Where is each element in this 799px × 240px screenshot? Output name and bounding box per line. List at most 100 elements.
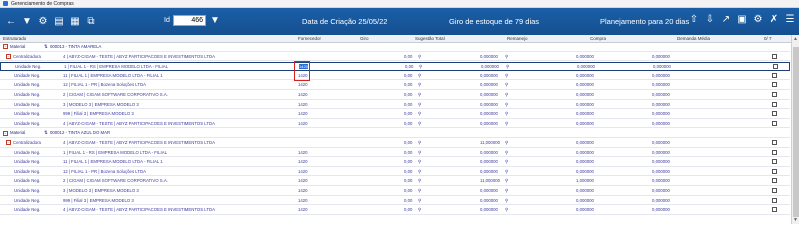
row-checkbox[interactable]	[772, 197, 777, 203]
collapse-icon[interactable]: −	[6, 53, 11, 59]
col-sugestao[interactable]: Sugestão Total	[415, 36, 445, 41]
row-checkbox[interactable]	[772, 207, 777, 213]
search-icon[interactable]: ⚲	[505, 140, 508, 146]
table-row[interactable]: Unidade Neg. 11 | FILIAL 1 | EMPRESA MODE…	[0, 158, 790, 167]
search-icon[interactable]: ⚲	[418, 150, 421, 156]
search-icon[interactable]: ⚲	[418, 207, 421, 213]
table-row[interactable]: Unidade Neg. 12 | FILIAL 1 - PR | Bozena …	[0, 168, 790, 177]
row-checkbox[interactable]	[772, 111, 777, 117]
search-icon[interactable]: ⚲	[418, 140, 421, 146]
table-row[interactable]: Unidade Neg. 999 | Filial 3 | EMPRESA MOD…	[0, 110, 790, 119]
download-icon[interactable]: ⇩	[705, 15, 715, 25]
col-remanejo[interactable]: Remanejo	[507, 36, 528, 41]
scroll-down-icon[interactable]: ▼	[793, 217, 798, 223]
search-icon[interactable]: ⚲	[418, 159, 421, 165]
settings-icon[interactable]: ⚙	[753, 15, 763, 25]
row-checkbox[interactable]	[772, 101, 777, 107]
row-checkbox[interactable]	[772, 159, 777, 165]
search-icon[interactable]: ⚲	[505, 102, 508, 108]
search-icon[interactable]: ⚲	[505, 82, 508, 88]
table-row[interactable]: Unidade Neg. 1 | FILIAL 1 - RS | EMPRESA …	[0, 149, 790, 158]
search-icon[interactable]: ⚲	[505, 150, 508, 156]
search-icon[interactable]: ⚲	[505, 73, 508, 79]
scroll-thumb[interactable]	[793, 47, 799, 217]
upload-icon[interactable]: ⇧	[689, 15, 699, 25]
save-icon[interactable]: ▣	[737, 15, 747, 25]
search-icon[interactable]: ⚲	[505, 111, 508, 117]
search-icon[interactable]: ⚲	[418, 82, 421, 88]
row-checkbox[interactable]	[772, 120, 777, 126]
scroll-up-icon[interactable]: ▲	[793, 36, 798, 42]
id-input[interactable]: 466	[173, 15, 206, 26]
menu-icon[interactable]: ☰	[785, 15, 795, 25]
chart-icon[interactable]: ▤	[54, 16, 64, 27]
unit-description: 4 | ABYZ-CIGAM - TESTE | ABYZ PARTICIPAC…	[63, 140, 215, 145]
table-row[interactable]: Unidade Neg. 1 | FILIAL 1 - RS | EMPRESA …	[0, 62, 790, 71]
export-icon[interactable]: ↗	[721, 15, 731, 25]
centralizadora-row[interactable]: − Centralizadora 4 | ABYZ-CIGAM - TESTE | …	[0, 139, 790, 148]
search-icon[interactable]: ⚲	[418, 198, 421, 204]
table-row[interactable]: Unidade Neg. 999 | Filial 3 | EMPRESA MOD…	[0, 197, 790, 206]
col-compra[interactable]: Compra	[590, 36, 606, 41]
search-icon[interactable]: ⚲	[505, 159, 508, 165]
search-icon[interactable]: ⚲	[418, 73, 421, 79]
table-row[interactable]: Unidade Neg. 4 | ABYZ-CIGAM - TESTE | ABY…	[0, 206, 790, 215]
search-icon[interactable]: ⚲	[418, 121, 421, 127]
gear-icon[interactable]: ⚙	[38, 16, 48, 27]
id-filter-icon[interactable]: ▼	[210, 15, 220, 26]
table-row[interactable]: Unidade Neg. 3 | MODELO 3 | EMPRESA MODEL…	[0, 187, 790, 196]
search-icon[interactable]: ⚲	[418, 178, 421, 184]
search-icon[interactable]: ⚲	[418, 54, 421, 60]
col-fornecedor[interactable]: Fornecedor	[298, 36, 321, 41]
centralizadora-row[interactable]: − Centralizadora 4 | ABYZ-CIGAM - TESTE | …	[0, 53, 790, 62]
table-row[interactable]: Unidade Neg. 3 | MODELO 3 | EMPRESA MODEL…	[0, 101, 790, 110]
row-checkbox[interactable]	[772, 53, 777, 59]
sort-icon[interactable]: ⇅	[44, 44, 48, 50]
row-checkbox[interactable]	[772, 72, 777, 78]
search-icon[interactable]: ⚲	[505, 121, 508, 127]
row-checkbox[interactable]	[772, 140, 777, 145]
search-icon[interactable]: ⚲	[505, 198, 508, 204]
search-icon[interactable]: ⚲	[418, 111, 421, 117]
copy-icon[interactable]: ⧉	[86, 16, 96, 27]
table-row[interactable]: Unidade Neg. 4 | ABYZ-CIGAM - TESTE | ABY…	[0, 120, 790, 129]
filter-icon[interactable]: ▼	[22, 16, 32, 27]
search-icon[interactable]: ⚲	[505, 169, 508, 175]
tools-icon[interactable]: ✗	[769, 15, 779, 25]
search-icon[interactable]: ⚲	[418, 92, 421, 98]
search-icon[interactable]: ⚲	[419, 64, 422, 70]
search-icon[interactable]: ⚲	[418, 188, 421, 194]
col-estruturado[interactable]: Estruturado	[3, 36, 26, 41]
row-checkbox[interactable]	[772, 149, 777, 155]
search-icon[interactable]: ⚲	[505, 54, 508, 60]
search-icon[interactable]: ⚲	[505, 178, 508, 184]
report-icon[interactable]: ▦	[70, 16, 80, 27]
table-row[interactable]: Unidade Neg. 12 | FILIAL 1 - PR | Bozena …	[0, 81, 790, 90]
search-icon[interactable]: ⚲	[505, 207, 508, 213]
col-giro[interactable]: Giro	[360, 36, 369, 41]
sugestao-cell: 0,00	[404, 149, 413, 155]
row-checkbox[interactable]	[772, 178, 777, 184]
row-checkbox[interactable]	[773, 64, 778, 70]
table-row[interactable]: Unidade Neg. 2 | CIGAM | CIGAM SOFTWARE C…	[0, 177, 790, 186]
material-row[interactable]: − Material 000013 - TINTA AMARELA ⇅	[0, 43, 790, 52]
collapse-icon[interactable]: −	[3, 44, 8, 50]
col-demanda[interactable]: Demanda Média	[677, 36, 710, 41]
search-icon[interactable]: ⚲	[505, 188, 508, 194]
row-checkbox[interactable]	[772, 168, 777, 174]
collapse-icon[interactable]: −	[3, 130, 8, 136]
collapse-icon[interactable]: −	[6, 140, 11, 146]
table-row[interactable]: Unidade Neg. 2 | CIGAM | CIGAM SOFTWARE C…	[0, 91, 790, 100]
search-icon[interactable]: ⚲	[418, 102, 421, 108]
back-arrow-icon[interactable]: ←	[6, 16, 16, 27]
row-checkbox[interactable]	[772, 92, 777, 97]
table-row[interactable]: Unidade Neg. 11 | FILIAL 1 | EMPRESA MODE…	[0, 72, 790, 81]
vertical-scrollbar[interactable]: ▲ ▼	[791, 35, 799, 224]
sort-icon[interactable]: ⇅	[44, 130, 48, 136]
row-checkbox[interactable]	[772, 82, 777, 88]
row-checkbox[interactable]	[772, 188, 777, 193]
material-row[interactable]: − Material 000012 - TINTA AZUL DO MAR ⇅	[0, 129, 790, 138]
search-icon[interactable]: ⚲	[505, 92, 508, 98]
search-icon[interactable]: ⚲	[506, 64, 509, 70]
search-icon[interactable]: ⚲	[418, 169, 421, 175]
